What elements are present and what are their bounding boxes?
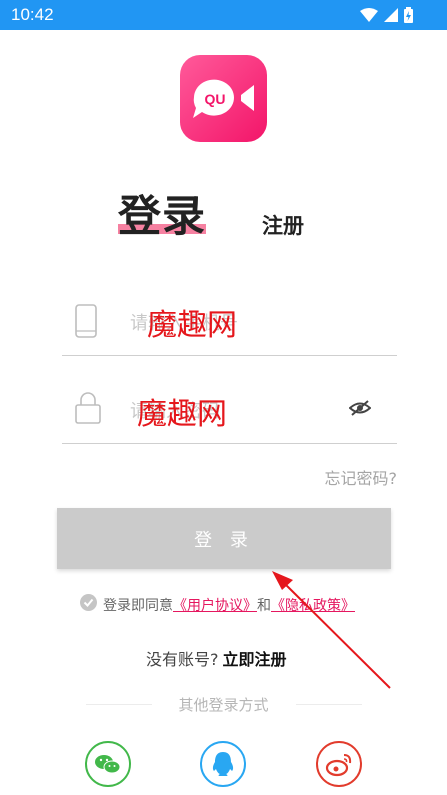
status-icons bbox=[360, 7, 413, 23]
agreement-and: 和 bbox=[257, 597, 271, 614]
hide-password-icon[interactable] bbox=[348, 400, 372, 420]
forgot-password-link[interactable]: 忘记密码? bbox=[325, 465, 398, 489]
divider-right bbox=[296, 704, 362, 705]
app-logo: QU bbox=[180, 55, 267, 142]
signup-row: 没有账号? 立即注册 bbox=[146, 646, 287, 670]
logo-text: QU bbox=[205, 91, 226, 107]
video-chat-icon: QU bbox=[193, 79, 254, 118]
lock-icon bbox=[74, 391, 102, 429]
weibo-login-button[interactable] bbox=[316, 741, 362, 787]
wechat-login-button[interactable] bbox=[85, 741, 131, 787]
signup-question: 没有账号? bbox=[146, 650, 219, 669]
battery-icon bbox=[404, 7, 413, 23]
privacy-policy-link[interactable]: 《隐私政策》 bbox=[271, 595, 355, 615]
watermark-text: 魔趣网 bbox=[137, 397, 227, 432]
agreement-prefix: 登录即同意 bbox=[103, 597, 173, 614]
status-time: 10:42 bbox=[11, 5, 54, 24]
watermark-text: 魔趣网 bbox=[147, 308, 237, 343]
qq-login-button[interactable] bbox=[200, 741, 246, 787]
signup-now-link[interactable]: 立即注册 bbox=[223, 650, 287, 669]
wechat-icon bbox=[95, 755, 121, 774]
qq-icon bbox=[212, 752, 234, 776]
phone-icon bbox=[74, 303, 98, 343]
user-agreement-link[interactable]: 《用户协议》 bbox=[173, 595, 257, 615]
tab-login[interactable]: 登录 bbox=[118, 182, 206, 244]
tab-register[interactable]: 注册 bbox=[262, 210, 304, 240]
phone-field[interactable]: 请输入手机号 魔趣网 bbox=[62, 295, 397, 356]
password-field[interactable]: 请输入密码 魔趣网 bbox=[62, 383, 397, 444]
wifi-icon bbox=[360, 8, 378, 22]
signal-icon bbox=[384, 8, 398, 22]
weibo-icon bbox=[325, 754, 352, 777]
login-button[interactable]: 登 录 bbox=[57, 508, 391, 569]
agreement-check-icon[interactable] bbox=[80, 594, 97, 615]
other-login-label: 其他登录方式 bbox=[178, 696, 269, 714]
status-bar: 10:42 bbox=[0, 0, 447, 30]
agreement-row: 登录即同意 《用户协议》 和 《隐私政策》 bbox=[80, 594, 355, 615]
